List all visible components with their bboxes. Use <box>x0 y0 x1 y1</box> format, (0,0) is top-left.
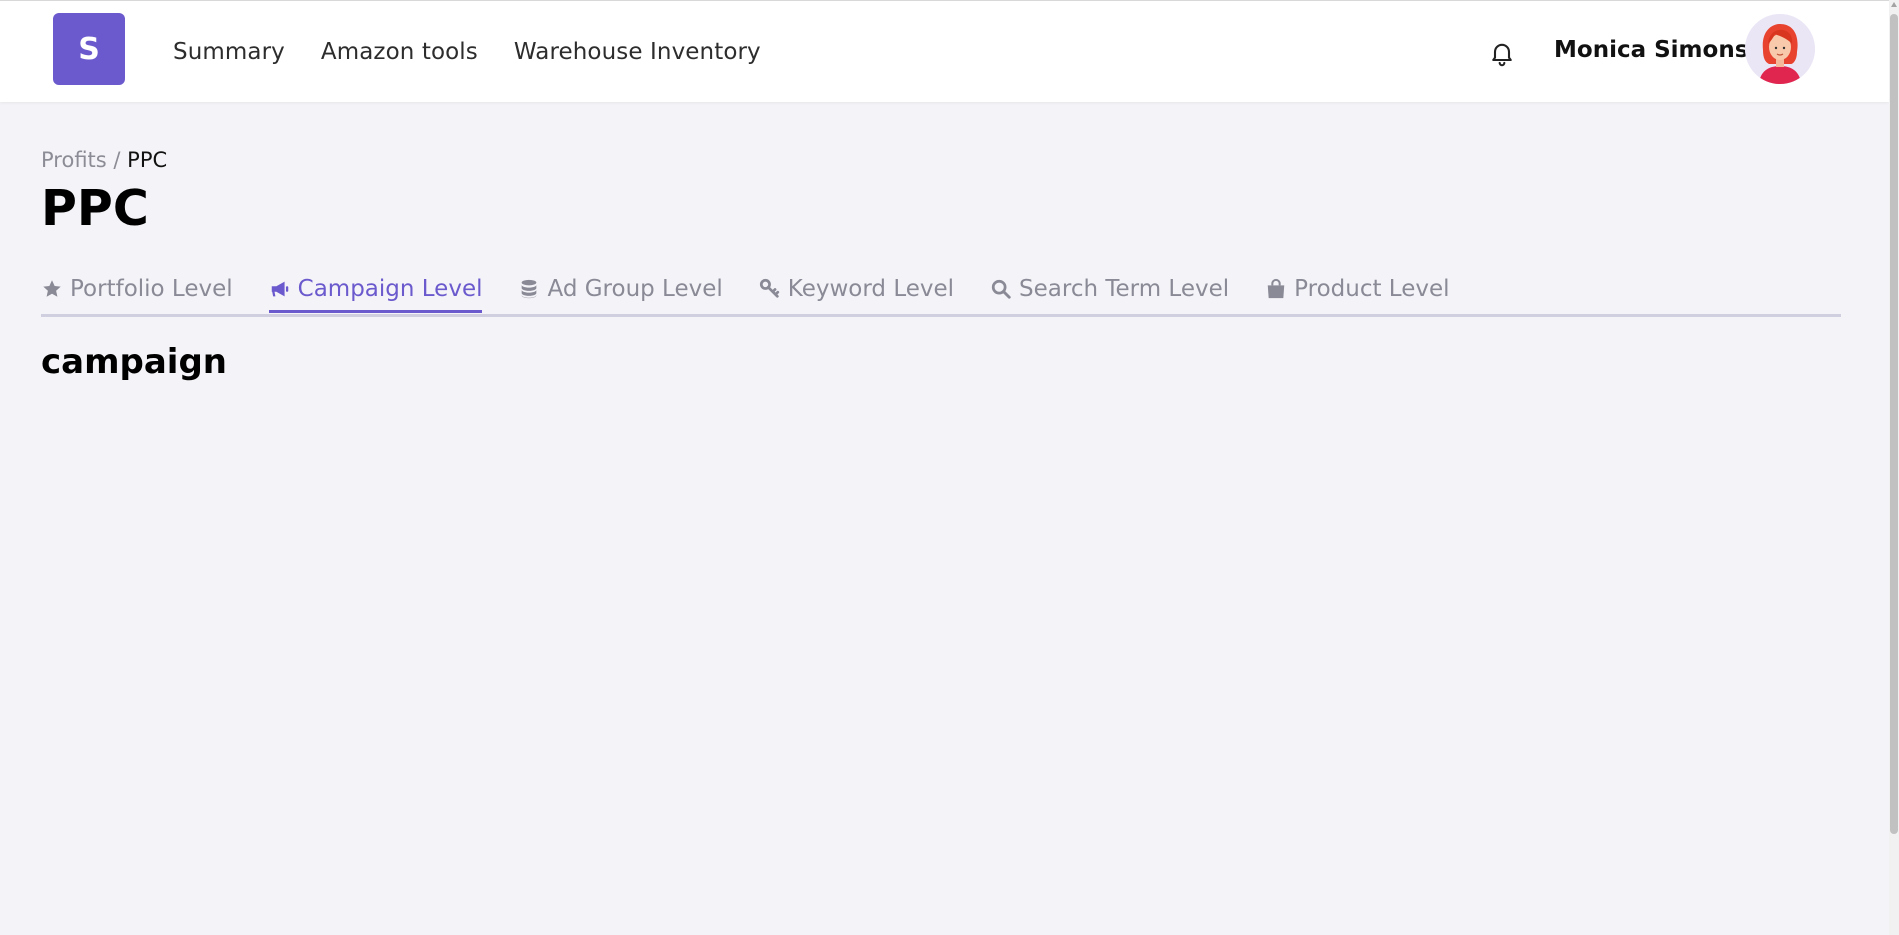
tab-label: Ad Group Level <box>547 276 723 302</box>
tab-label: Product Level <box>1294 276 1450 302</box>
page-scrollbar[interactable] <box>1889 0 1899 935</box>
breadcrumb-parent-link[interactable]: Profits <box>41 148 107 172</box>
nav-warehouse-inventory-link[interactable]: Warehouse Inventory <box>514 39 761 65</box>
megaphone-icon <box>269 278 291 300</box>
database-icon <box>518 278 540 300</box>
top-navigation-bar: S Summary Amazon tools Warehouse Invento… <box>0 0 1889 102</box>
breadcrumb: Profits / PPC <box>41 148 167 172</box>
tab-product-level[interactable]: Product Level <box>1265 270 1450 308</box>
tab-portfolio-level[interactable]: Portfolio Level <box>41 270 233 308</box>
user-avatar[interactable] <box>1745 14 1815 84</box>
breadcrumb-separator: / <box>106 148 128 172</box>
nav-summary-link[interactable]: Summary <box>173 39 285 65</box>
section-heading: campaign <box>41 342 228 382</box>
tab-ad-group-level[interactable]: Ad Group Level <box>518 270 723 308</box>
page-title: PPC <box>41 180 149 237</box>
user-name[interactable]: Monica Simons <box>1554 37 1748 63</box>
star-icon <box>41 278 63 300</box>
app-viewport: S Summary Amazon tools Warehouse Invento… <box>0 0 1899 935</box>
nav-amazon-tools-link[interactable]: Amazon tools <box>321 39 478 65</box>
shopping-bag-icon <box>1265 278 1287 300</box>
tab-label: Keyword Level <box>787 276 955 302</box>
search-icon <box>990 278 1012 300</box>
breadcrumb-current: PPC <box>127 148 168 172</box>
tab-label: Search Term Level <box>1019 276 1230 302</box>
tab-campaign-level[interactable]: Campaign Level <box>268 270 483 313</box>
tab-label: Portfolio Level <box>70 276 233 302</box>
bell-icon[interactable] <box>1488 39 1516 67</box>
scrollbar-thumb[interactable] <box>1890 14 1898 834</box>
tab-label: Campaign Level <box>297 276 483 302</box>
tab-search-term-level[interactable]: Search Term Level <box>990 270 1229 308</box>
main-nav: Summary Amazon tools Warehouse Inventory <box>173 1 761 103</box>
app-logo[interactable]: S <box>53 13 125 85</box>
key-icon <box>759 278 781 300</box>
scroll-up-arrow-icon[interactable] <box>1891 2 1897 7</box>
level-tabs: Portfolio Level Campaign Level Ad Group … <box>41 270 1841 317</box>
tab-keyword-level[interactable]: Keyword Level <box>759 270 954 308</box>
